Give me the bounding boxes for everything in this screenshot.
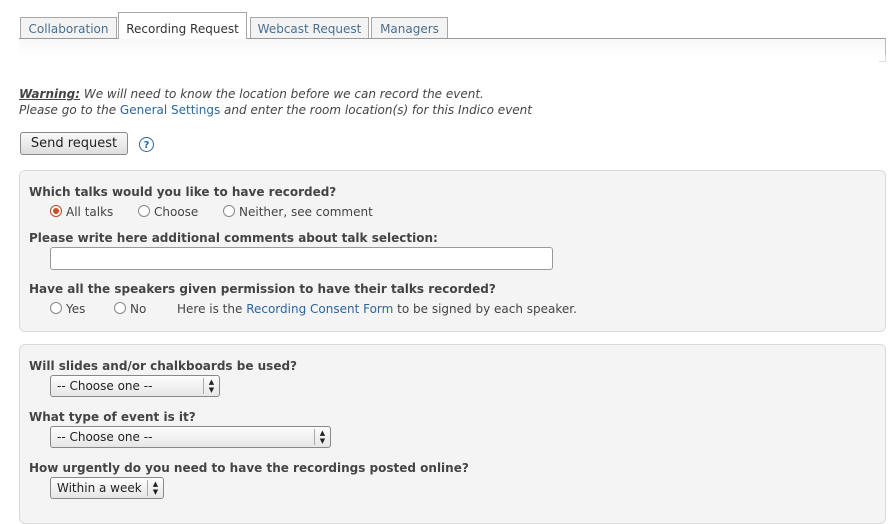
radio-no[interactable] <box>114 302 126 314</box>
warning-line-1: Warning: We will need to know the locati… <box>19 87 484 101</box>
tab-label: Recording Request <box>126 22 239 36</box>
tab-label: Webcast Request <box>257 22 362 36</box>
urgency-select[interactable]: Within a week ▲ ▼ <box>50 477 164 499</box>
urgency-question: How urgently do you need to have the rec… <box>29 461 469 475</box>
general-settings-link[interactable]: General Settings <box>120 103 220 117</box>
select-arrows-icon: ▲ ▼ <box>203 378 219 394</box>
tab-collaboration[interactable]: Collaboration <box>20 17 117 38</box>
radio-yes[interactable] <box>50 302 62 314</box>
warning-text-before: Please go to the <box>19 103 120 117</box>
event-type-select-value: -- Choose one -- <box>57 430 153 444</box>
radio-choose[interactable] <box>138 205 150 217</box>
tab-label: Managers <box>380 22 439 36</box>
radio-yes-label: Yes <box>66 302 86 316</box>
radio-neither[interactable] <box>223 205 235 217</box>
help-icon[interactable]: ? <box>139 137 154 152</box>
event-type-select[interactable]: -- Choose one -- ▲ ▼ <box>50 426 331 448</box>
slides-select-value: -- Choose one -- <box>57 379 153 393</box>
warning-text: We will need to know the location before… <box>80 87 484 101</box>
talks-question: Which talks would you like to have recor… <box>29 185 337 199</box>
tab-panel-header <box>19 38 886 62</box>
event-type-question: What type of event is it? <box>29 410 196 424</box>
radio-neither-label: Neither, see comment <box>239 205 373 219</box>
radio-choose-label: Choose <box>154 205 199 219</box>
warning-line-2: Please go to the General Settings and en… <box>19 103 532 117</box>
permission-question: Have all the speakers given permission t… <box>29 282 496 296</box>
tab-label: Collaboration <box>28 22 109 36</box>
radio-all-talks-label: All talks <box>66 205 114 219</box>
warning-text-after: and enter the room location(s) for this … <box>220 103 532 117</box>
select-arrows-icon: ▲ ▼ <box>147 480 163 496</box>
tab-managers[interactable]: Managers <box>371 17 448 38</box>
tab-webcast-request[interactable]: Webcast Request <box>250 17 369 38</box>
radio-all-talks[interactable] <box>50 205 62 217</box>
tab-recording-request[interactable]: Recording Request <box>118 12 247 39</box>
consent-note-before: Here is the <box>177 302 247 316</box>
consent-note: Here is the Recording Consent Form to be… <box>177 302 577 316</box>
comment-label: Please write here additional comments ab… <box>29 231 438 245</box>
warning-title: Warning: <box>19 87 81 101</box>
slides-select[interactable]: -- Choose one -- ▲ ▼ <box>50 375 220 397</box>
talk-comment-input[interactable] <box>50 247 553 270</box>
urgency-select-value: Within a week <box>57 481 142 495</box>
radio-no-label: No <box>130 302 147 316</box>
consent-form-link[interactable]: Recording Consent Form <box>246 302 393 316</box>
send-request-button[interactable]: Send request <box>20 132 128 155</box>
select-arrows-icon: ▲ ▼ <box>314 429 330 445</box>
consent-note-after: to be signed by each speaker. <box>393 302 577 316</box>
slides-question: Will slides and/or chalkboards be used? <box>29 359 298 373</box>
